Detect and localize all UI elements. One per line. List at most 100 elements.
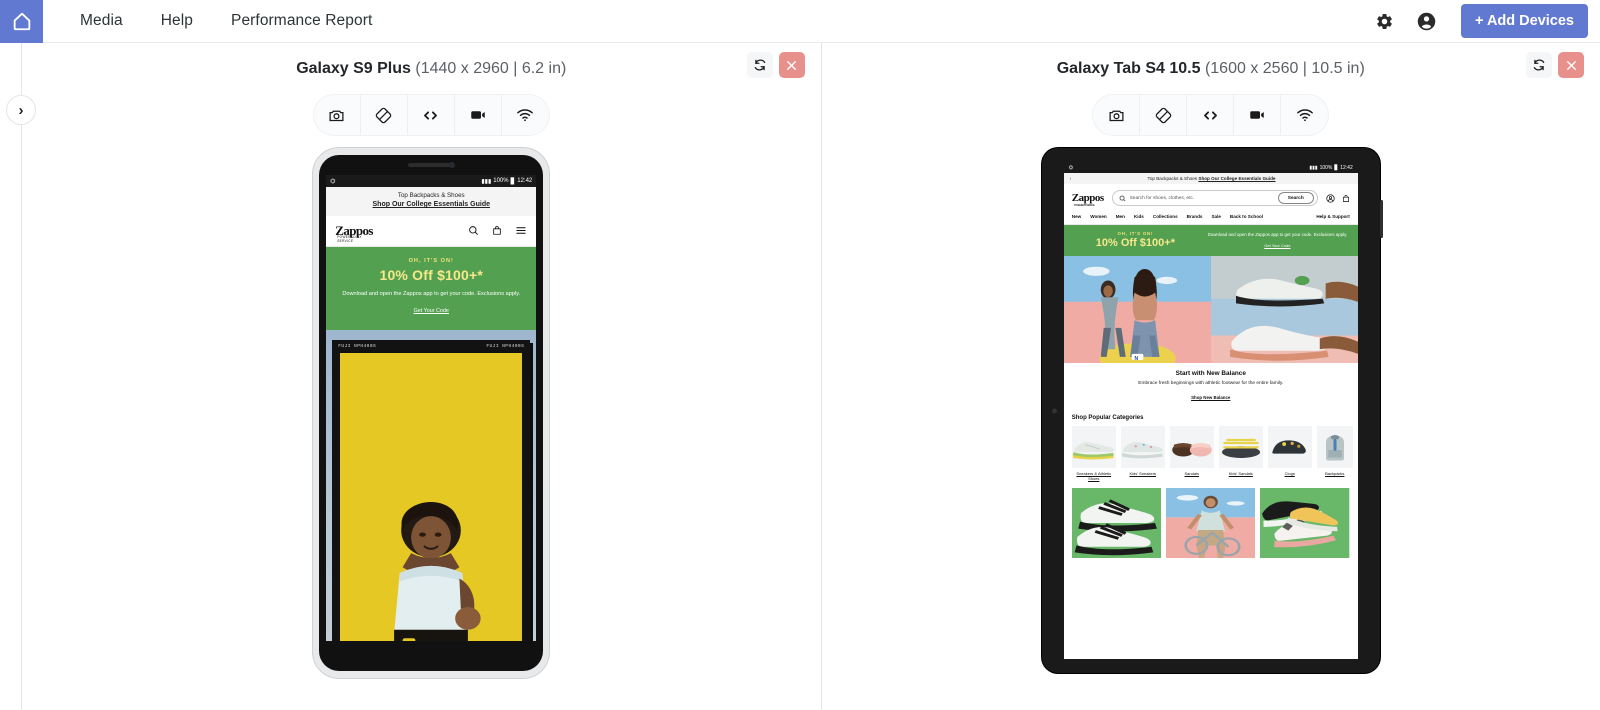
video-icon[interactable] (455, 95, 502, 135)
category-label[interactable]: Sneakers & Athletic Shoes (1072, 471, 1116, 482)
film-top-labels: FUJI NPH400S FUJI NPH400S (332, 340, 530, 352)
gear-icon[interactable] (1371, 8, 1397, 34)
home-icon (11, 10, 33, 32)
category-label[interactable]: Clogs (1268, 471, 1312, 477)
battery-icon: ▊ (1334, 164, 1339, 171)
expand-sidebar-button[interactable]: › (6, 95, 36, 125)
category-item-sneakers-athletic-shoes[interactable]: Sneakers & Athletic Shoes (1071, 425, 1116, 482)
close-icon[interactable] (778, 52, 805, 78)
zappos-logo-sub: POWERED BY SERVICE (337, 234, 362, 243)
mixed-shoes-illustration (1260, 488, 1350, 559)
bottom-tile-sneakers[interactable] (1071, 488, 1162, 559)
reload-icon[interactable] (1526, 52, 1552, 78)
category-item-kids-sneakers[interactable]: Kids' Sneakers (1120, 425, 1165, 482)
account-circle-icon[interactable] (1413, 8, 1439, 34)
zappos-logo[interactable]: Zappos POWERED BY SERVICE (1072, 192, 1104, 207)
category-thumb (1218, 425, 1263, 468)
phone-header-icons (468, 225, 527, 236)
loading-icon: ⏣ (1068, 164, 1074, 171)
tablet-hero-row: N (1063, 255, 1358, 363)
category-item-sandals[interactable]: Sandals (1169, 425, 1214, 482)
nav-link-media[interactable]: Media (61, 12, 142, 30)
phone-promo-banner[interactable]: OH, IT'S ON! 10% Off $100+* Download and… (326, 246, 537, 331)
bag-icon[interactable] (1342, 194, 1350, 203)
video-icon[interactable] (1234, 95, 1282, 135)
nav-item-back-to-school[interactable]: Back to School (1230, 214, 1263, 219)
nav-item-new[interactable]: New (1072, 214, 1081, 219)
rotate-screen-icon[interactable] (1140, 95, 1188, 135)
tablet-screen[interactable]: ⏣ ▮▮▮ 100% ▊ 12:42 ‹ Top Backpacks & Sho… (1063, 162, 1358, 659)
battery-icon: ▊ (510, 178, 516, 185)
zappos-logo[interactable]: Zappos POWERED BY SERVICE (335, 223, 373, 243)
category-item-clogs[interactable]: Clogs (1267, 425, 1312, 482)
newbalance-subtitle: Embrace fresh beginnings with athletic f… (1138, 380, 1284, 386)
nav-item-kids[interactable]: Kids (1134, 214, 1144, 219)
bag-icon[interactable] (492, 225, 502, 236)
nav-link-performance-report[interactable]: Performance Report (212, 12, 391, 30)
nav-item-men[interactable]: Men (1116, 214, 1125, 219)
signal-icon: ▮▮▮ (481, 178, 492, 185)
model-bike-illustration (1166, 488, 1256, 559)
bottom-tile-model[interactable] (1166, 488, 1256, 559)
camera-icon[interactable] (1093, 95, 1141, 135)
promo-line-2[interactable]: Shop Our College Essentials Guide (1198, 176, 1275, 181)
search-input[interactable]: Search for shoes, clothes, etc. Search (1111, 190, 1318, 206)
newbalance-title: Start with New Balance (1175, 369, 1246, 377)
home-button[interactable] (0, 0, 43, 43)
shop-new-balance-link[interactable]: Shop New Balance (1191, 395, 1230, 400)
phone-device-frame: ⏣ ▮▮▮ 100% ▊ 12:42 Top Backpacks & Shoes… (313, 148, 550, 678)
device-actions-tablet (1526, 52, 1584, 78)
device-toolbar-tablet (1093, 95, 1329, 135)
nav-link-help[interactable]: Help (142, 12, 212, 30)
category-label[interactable]: Backpacks (1317, 471, 1353, 477)
nav-item-sale[interactable]: Sale (1211, 214, 1220, 219)
phone-hero-photo[interactable]: FUJI NPH400S FUJI NPH400S (326, 330, 537, 641)
category-label[interactable]: Kids' Sandals (1219, 471, 1263, 477)
phone-screen[interactable]: ⏣ ▮▮▮ 100% ▊ 12:42 Top Backpacks & Shoes… (326, 175, 537, 641)
nav-links: Media Help Performance Report (61, 12, 391, 30)
category-label[interactable]: Kids' Sneakers (1121, 471, 1165, 477)
search-placeholder: Search for shoes, clothes, etc. (1129, 195, 1195, 201)
banner-link[interactable]: Get Your Code (414, 308, 449, 314)
search-button[interactable]: Search (1277, 192, 1314, 204)
nav-item-women[interactable]: Women (1090, 214, 1107, 219)
wifi-icon[interactable] (502, 95, 549, 135)
nav-item-brands[interactable]: Brands (1187, 214, 1203, 219)
rotate-screen-icon[interactable] (361, 95, 408, 135)
menu-icon[interactable] (515, 225, 527, 236)
code-icon[interactable] (408, 95, 455, 135)
banner-link[interactable]: Get Your Code (1264, 242, 1290, 249)
banner-right: Download and open the Zappos app to get … (1207, 231, 1348, 250)
tablet-promo-strip[interactable]: ‹ Top Backpacks & Shoes Shop Our College… (1063, 173, 1358, 184)
nav-item-help-support[interactable]: Help & Support (1316, 214, 1349, 219)
device-grid: Galaxy S9 Plus (1440 x 2960 | 6.2 in) ⏣ … (42, 43, 1600, 710)
camera-icon[interactable] (314, 95, 361, 135)
close-icon[interactable] (1558, 52, 1584, 78)
tablet-status-bar: ⏣ ▮▮▮ 100% ▊ 12:42 (1063, 162, 1358, 173)
rail-divider (21, 43, 22, 710)
tablet-device-frame: ⏣ ▮▮▮ 100% ▊ 12:42 ‹ Top Backpacks & Sho… (1041, 148, 1383, 673)
search-icon[interactable] (468, 225, 479, 236)
wifi-icon[interactable] (1281, 95, 1328, 135)
category-item-backpacks[interactable]: Backpacks (1316, 425, 1353, 482)
hero-image-shoes[interactable] (1210, 255, 1358, 363)
phone-promo-strip[interactable]: Top Backpacks & Shoes Shop Our College E… (326, 187, 537, 216)
add-devices-button[interactable]: + Add Devices (1461, 4, 1588, 38)
hero-image-models[interactable]: N (1063, 255, 1211, 363)
battery-text: 100% (493, 178, 509, 184)
tablet-promo-banner[interactable]: OH, IT'S ON! 10% Off $100+* Download and… (1063, 225, 1358, 256)
nav-item-collections[interactable]: Collections (1153, 214, 1178, 219)
promo-text: Top Backpacks & Shoes Shop Our College E… (1071, 176, 1351, 181)
bottom-tile-mixed-shoes[interactable] (1260, 488, 1350, 559)
promo-line-2[interactable]: Shop Our College Essentials Guide (332, 200, 530, 211)
category-item-kids-sandals[interactable]: Kids' Sandals (1218, 425, 1263, 482)
code-icon[interactable] (1187, 95, 1235, 135)
svg-text:N: N (1134, 356, 1138, 362)
category-label[interactable]: Sandals (1170, 471, 1214, 477)
reload-icon[interactable] (746, 52, 773, 78)
clock-text: 12:42 (517, 178, 533, 184)
account-icon[interactable] (1326, 193, 1335, 203)
tablet-camera (1051, 408, 1057, 413)
category-thumb (1120, 425, 1165, 468)
device-toolbar-phone (313, 95, 549, 135)
